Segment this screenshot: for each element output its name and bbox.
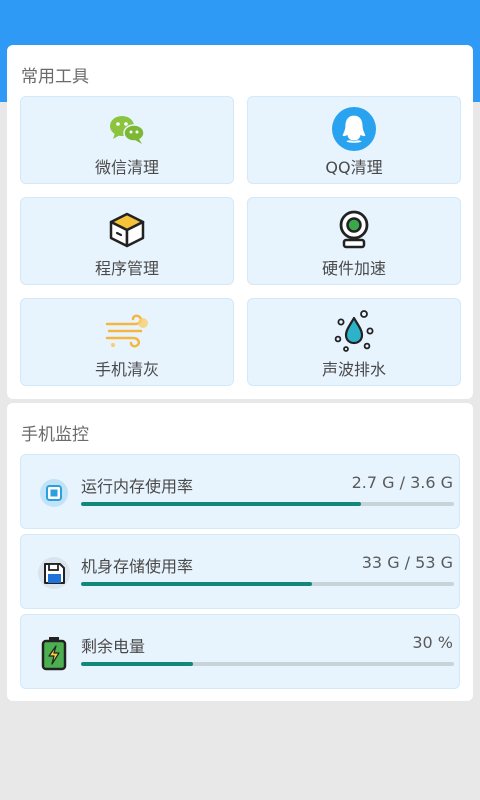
- ram-usage-label: 运行内存使用率: [81, 477, 194, 496]
- tool-label: 硬件加速: [321, 259, 386, 278]
- wind-dust-icon: [105, 311, 149, 351]
- cube-box-icon: [105, 210, 149, 250]
- tools-card: 常用工具 微信清理 QQ清理 程序管理 硬件加速 手机清灰 声波排水: [7, 45, 473, 399]
- monitor-row-battery[interactable]: 剩余电量 30 %: [20, 614, 460, 689]
- ram-progress-bar: [81, 502, 454, 506]
- webcam-icon: [332, 210, 376, 250]
- tool-label: 程序管理: [94, 259, 159, 278]
- monitor-card: 手机监控 运行内存使用率 2.7 G / 3.6 G 机身存储使用率 33 G …: [7, 403, 473, 701]
- qq-penguin-icon: [332, 107, 376, 151]
- battery-value: 30 %: [412, 633, 453, 652]
- tool-dust-clean[interactable]: 手机清灰: [20, 298, 234, 386]
- tool-qq-clean[interactable]: QQ清理: [247, 96, 461, 184]
- tool-hardware-boost[interactable]: 硬件加速: [247, 197, 461, 285]
- monitor-row-ram[interactable]: 运行内存使用率 2.7 G / 3.6 G: [20, 454, 460, 529]
- tools-section-title: 常用工具: [21, 67, 89, 87]
- battery-progress-bar: [81, 662, 454, 666]
- tool-wechat-clean[interactable]: 微信清理: [20, 96, 234, 184]
- water-drop-icon: [332, 310, 376, 352]
- storage-progress-bar: [81, 582, 454, 586]
- tool-label: QQ清理: [325, 158, 383, 177]
- monitor-row-storage[interactable]: 机身存储使用率 33 G / 53 G: [20, 534, 460, 609]
- storage-usage-label: 机身存储使用率: [81, 557, 194, 576]
- chip-icon: [36, 475, 72, 511]
- tool-app-manage[interactable]: 程序管理: [20, 197, 234, 285]
- ram-usage-value: 2.7 G / 3.6 G: [351, 473, 453, 492]
- monitor-section-title: 手机监控: [21, 425, 89, 445]
- ram-progress-fill: [81, 502, 361, 506]
- battery-progress-fill: [81, 662, 193, 666]
- tool-label: 手机清灰: [94, 360, 159, 379]
- battery-label: 剩余电量: [81, 637, 146, 656]
- floppy-disk-icon: [36, 555, 72, 591]
- tool-label: 微信清理: [94, 158, 159, 177]
- battery-icon: [36, 635, 72, 671]
- storage-usage-value: 33 G / 53 G: [361, 553, 453, 572]
- wechat-icon: [105, 109, 149, 149]
- tool-label: 声波排水: [321, 360, 386, 379]
- tool-sound-drain[interactable]: 声波排水: [247, 298, 461, 386]
- storage-progress-fill: [81, 582, 313, 586]
